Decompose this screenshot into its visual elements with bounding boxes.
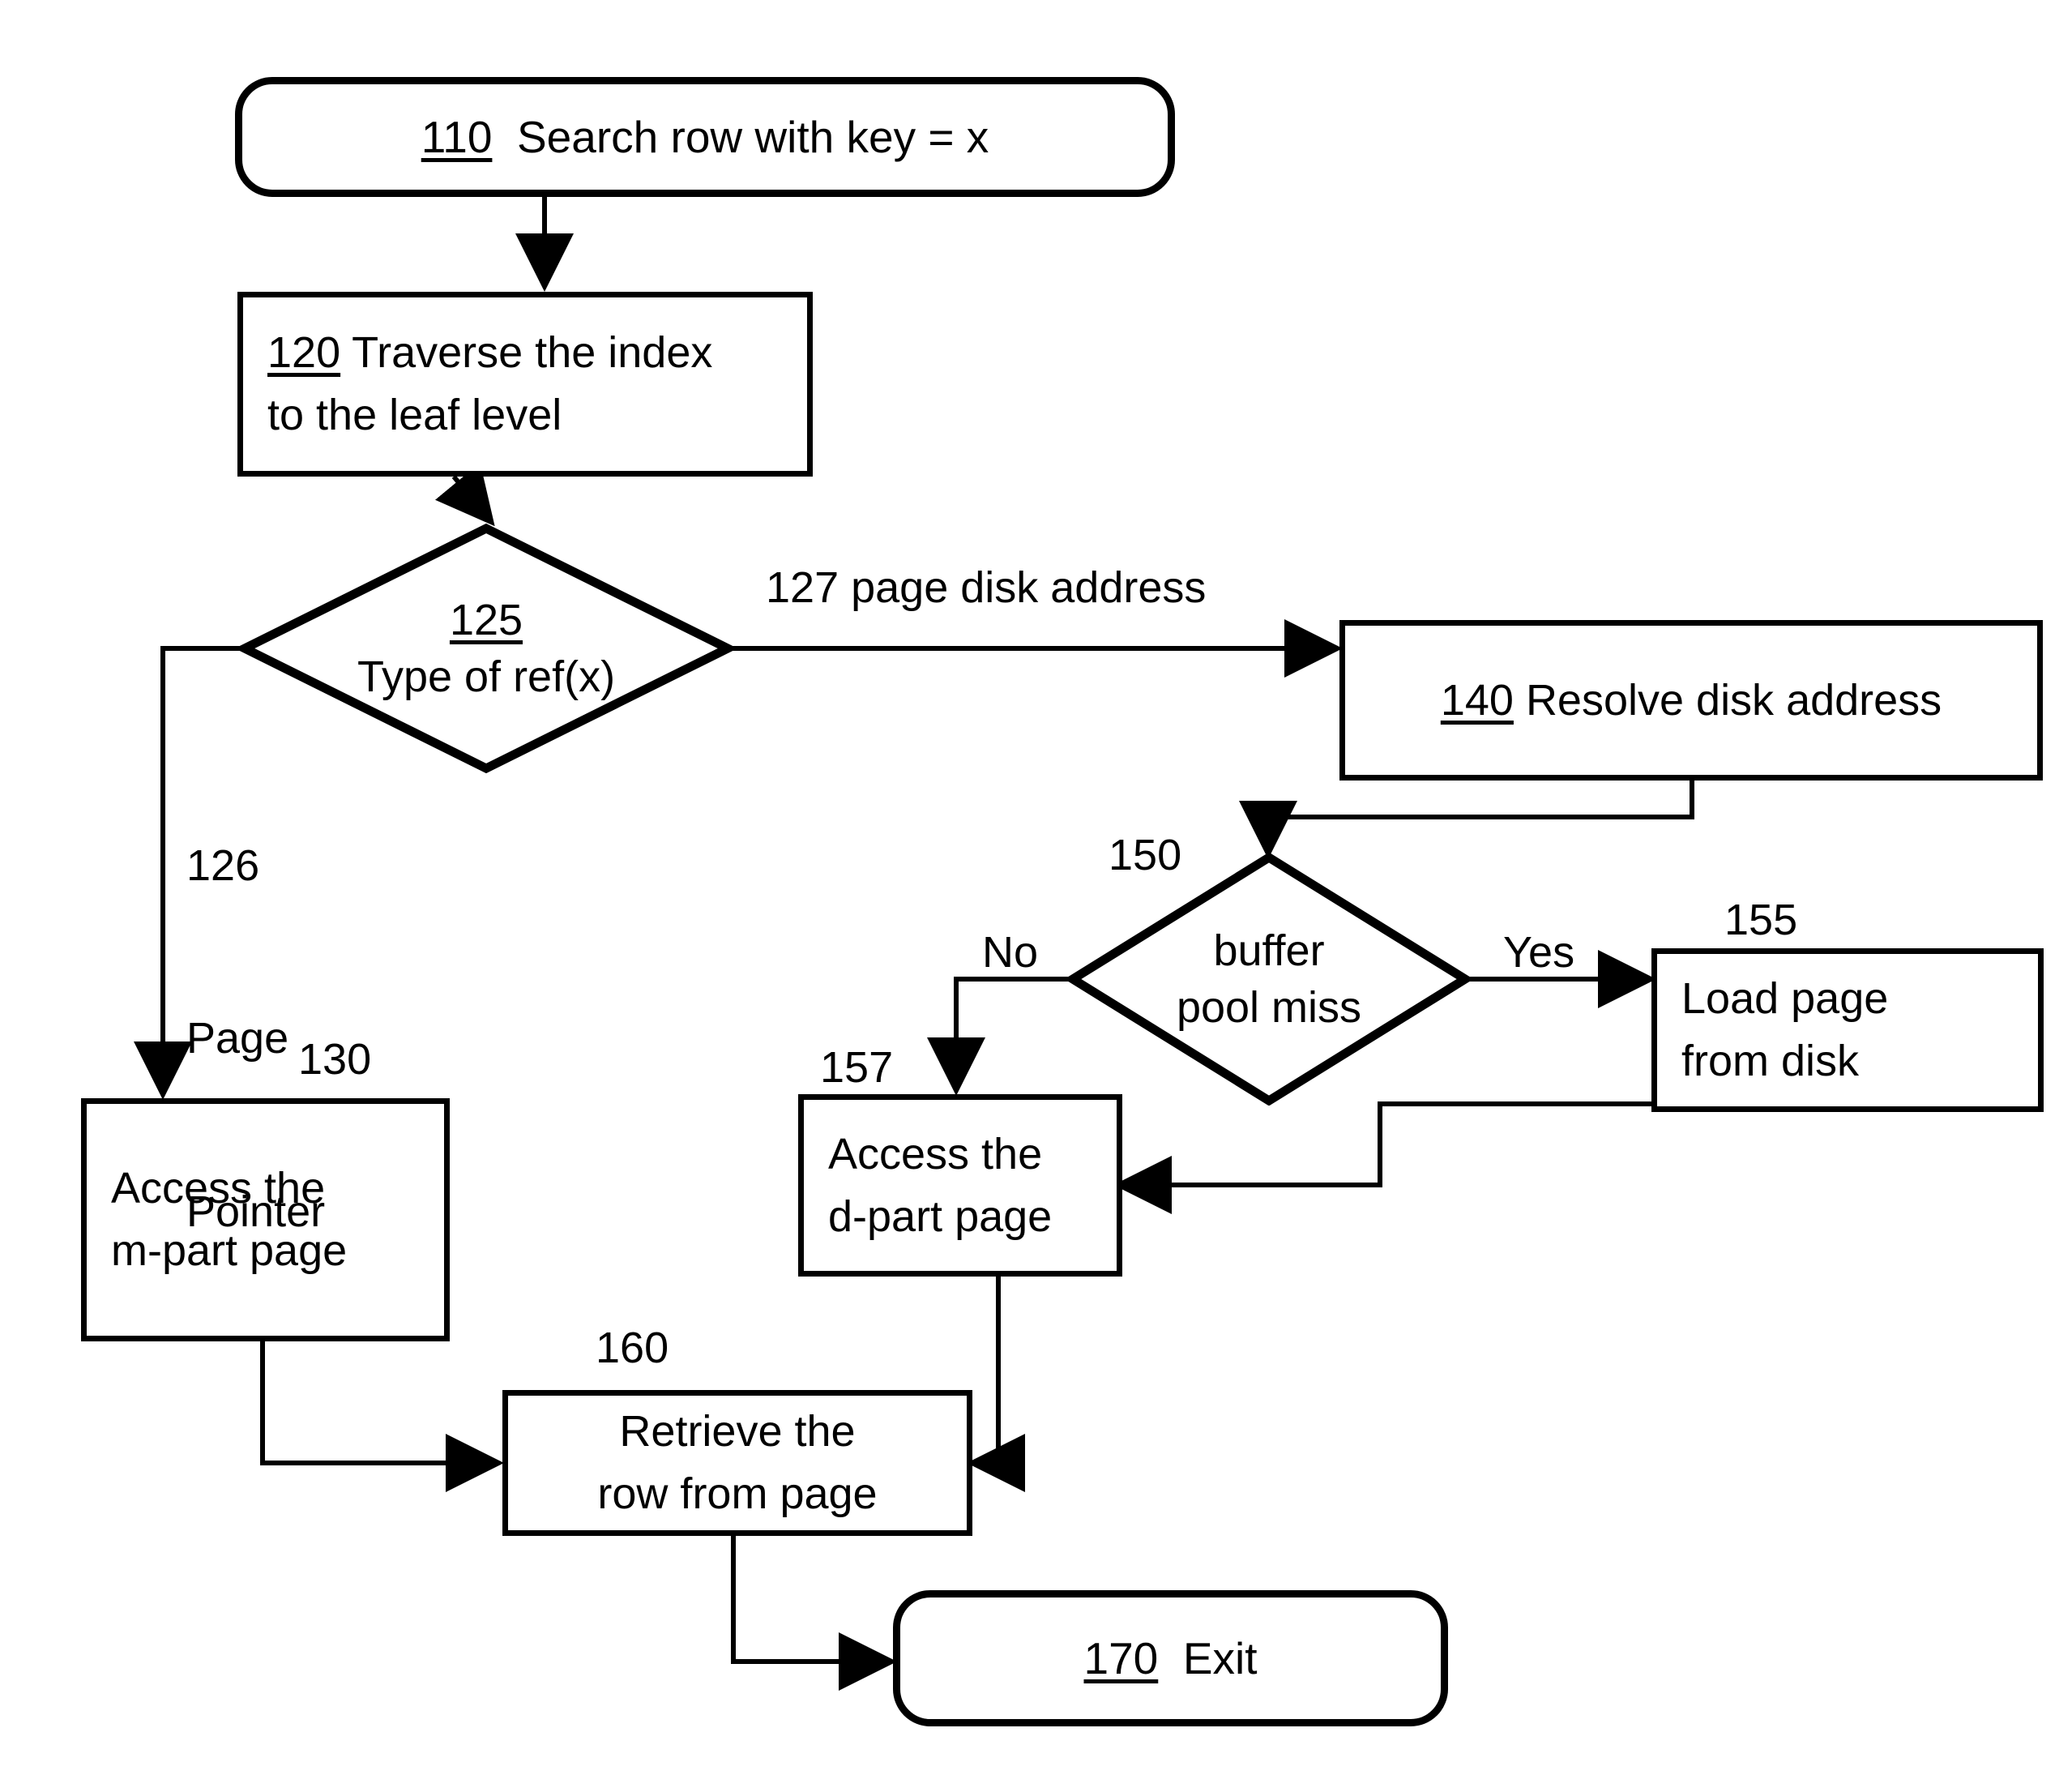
node-160-line1: Retrieve the: [619, 1407, 856, 1456]
node-110-text: 110 Search row with key = x: [421, 105, 989, 169]
node-140-ref: 140: [1440, 675, 1514, 725]
node-110-label: Search row with key = x: [516, 111, 989, 162]
node-160-retrieve-row[interactable]: Retrieve the row from page: [502, 1390, 972, 1536]
node-157-ref: 157: [820, 1043, 894, 1092]
flowchart-canvas: 110 Search row with key = x 120 Traverse…: [0, 0, 2072, 1775]
node-155-ref: 155: [1724, 896, 1798, 944]
node-155-line2: from disk: [1681, 1037, 1860, 1085]
node-110-search-row[interactable]: 110 Search row with key = x: [235, 77, 1175, 197]
edge-label-no: No: [982, 928, 1039, 977]
node-157-access-d-part-page[interactable]: Access the d-part page: [798, 1094, 1122, 1277]
node-150-textwrap: buffer pool miss: [1068, 853, 1470, 1106]
edge-160-to-170: [731, 1535, 897, 1691]
node-120-line1: 120 Traverse the index: [267, 322, 807, 384]
node-110-ref: 110: [421, 111, 493, 162]
node-140-text: 140 Resolve disk address: [1441, 669, 1942, 732]
node-150-line1: buffer: [1213, 926, 1325, 975]
node-150-ref: 150: [1109, 831, 1182, 879]
node-120-ref: 120: [267, 328, 341, 378]
node-160-ref: 160: [596, 1324, 669, 1372]
node-120-traverse-index[interactable]: 120 Traverse the index to the leaf level: [237, 292, 813, 477]
edge-label-126-line2: Pointer: [186, 1187, 326, 1237]
node-170-text: 170 Exit: [1083, 1627, 1257, 1690]
node-140-resolve-disk-address[interactable]: 140 Resolve disk address: [1339, 620, 2043, 781]
edge-140-to-150: [1239, 781, 1694, 859]
node-170-ref: 170: [1083, 1632, 1159, 1683]
node-155-load-page-from-disk[interactable]: Load page from disk: [1651, 948, 2044, 1112]
node-155-line1: Load page: [1681, 974, 1889, 1024]
edge-label-127-page-disk-address: 127 page disk address: [766, 563, 1207, 612]
node-170-label: Exit: [1182, 1632, 1258, 1683]
node-120-line2: to the leaf level: [267, 391, 562, 439]
node-125-ref: 125: [449, 595, 523, 644]
node-150-line2: pool miss: [1176, 983, 1362, 1032]
edge-150-no-to-157: [927, 977, 1070, 1096]
node-170-exit[interactable]: 170 Exit: [893, 1590, 1448, 1726]
edge-157-to-160: [967, 1276, 1025, 1492]
edge-label-yes: Yes: [1503, 928, 1575, 977]
node-125-label: Type of ref(x): [357, 652, 616, 701]
node-125-ref-line: 125: [450, 592, 523, 648]
node-140-label: Resolve disk address: [1525, 675, 1942, 725]
node-160-line2: row from page: [597, 1469, 878, 1518]
node-130-ref: 130: [298, 1035, 372, 1084]
node-157-line1: Access the: [828, 1129, 1043, 1178]
edge-155-to-157: [1113, 1101, 1653, 1214]
edge-label-126-ref: 126: [186, 840, 260, 890]
node-150-buffer-pool-miss[interactable]: buffer pool miss: [1068, 853, 1470, 1106]
node-120-label1: Traverse the index: [352, 328, 713, 378]
edge-120-to-125: [435, 462, 495, 527]
node-157-line2: d-part page: [828, 1191, 1053, 1241]
edge-130-to-160: [260, 1341, 504, 1492]
